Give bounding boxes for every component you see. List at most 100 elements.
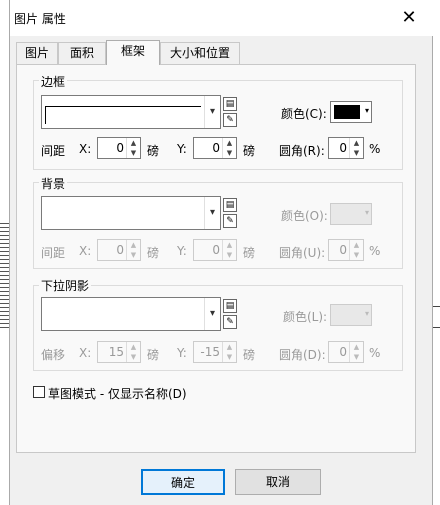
background-y-stepper[interactable]: 0 ▲ ▼	[193, 239, 237, 261]
chevron-down-icon[interactable]: ▾	[204, 298, 220, 330]
spin-down-icon[interactable]: ▼	[349, 352, 363, 362]
border-color-picker[interactable]: ▾	[330, 101, 372, 123]
edit-icon[interactable]: ✎	[223, 315, 237, 329]
draft-mode-checkbox[interactable]	[33, 386, 45, 398]
shadow-y-value: -15	[200, 345, 220, 359]
spin-up-icon[interactable]: ▲	[126, 342, 140, 352]
border-line-preview	[45, 106, 201, 124]
border-spacing-label: 间距	[41, 144, 66, 158]
background-radius-value: 0	[339, 243, 347, 257]
shadow-color-picker[interactable]: ▾	[330, 304, 372, 326]
title-bar: 图片 属性 ✕	[10, 0, 434, 36]
shadow-y-label: Y:	[177, 346, 187, 360]
border-y-unit: 磅	[243, 144, 256, 158]
tab-area[interactable]: 面积	[58, 42, 106, 64]
border-style-select[interactable]: ▾	[41, 95, 221, 129]
border-y-value: 0	[212, 141, 220, 155]
color-swatch	[334, 105, 360, 119]
background-radius-label: 圆角(U):	[279, 246, 326, 260]
spin-down-icon[interactable]: ▼	[222, 352, 236, 362]
background-group-title: 背景	[39, 175, 68, 192]
border-radius-stepper[interactable]: 0 ▲ ▼	[328, 137, 364, 159]
tab-label: 框架	[120, 44, 145, 58]
border-x-value: 0	[116, 141, 124, 155]
background-spacing-label: 间距	[41, 246, 66, 260]
border-radius-label: 圆角(R):	[279, 144, 325, 158]
shadow-x-stepper[interactable]: 15 ▲ ▼	[97, 341, 141, 363]
shadow-radius-unit: %	[369, 346, 381, 360]
spin-down-icon[interactable]: ▼	[349, 148, 363, 158]
background-y-label: Y:	[177, 244, 187, 258]
shadow-y-unit: 磅	[243, 348, 256, 362]
close-button[interactable]: ✕	[396, 6, 422, 30]
tab-label: 大小和位置	[169, 46, 230, 60]
shadow-radius-value: 0	[339, 345, 347, 359]
chevron-down-icon: ▾	[364, 106, 369, 115]
chevron-down-icon: ▾	[364, 309, 369, 318]
chevron-down-icon[interactable]: ▾	[204, 96, 220, 128]
list-icon[interactable]: ▤	[223, 198, 237, 212]
border-x-label: X:	[79, 142, 92, 156]
shadow-x-unit: 磅	[147, 348, 160, 362]
background-ruler	[0, 220, 9, 330]
background-y-unit: 磅	[243, 246, 256, 260]
spin-up-icon[interactable]: ▲	[349, 240, 363, 250]
shadow-x-value: 15	[108, 345, 124, 359]
ok-button[interactable]: 确定	[141, 469, 225, 495]
tab-size-position[interactable]: 大小和位置	[160, 42, 240, 64]
shadow-y-stepper[interactable]: -15 ▲ ▼	[193, 341, 237, 363]
shadow-x-label: X:	[79, 346, 92, 360]
spin-down-icon[interactable]: ▼	[222, 148, 236, 158]
shadow-offset-label: 偏移	[41, 348, 66, 362]
border-group-title: 边框	[39, 73, 68, 90]
properties-dialog: 图片 属性 ✕ 图片 面积 框架 大小和位置 边框 ▾ ▤ ✎ 颜色(C): ▾…	[9, 0, 434, 505]
edit-icon[interactable]: ✎	[223, 113, 237, 127]
tab-page-frame: 边框 ▾ ▤ ✎ 颜色(C): ▾ 间距 X: 0 ▲ ▼ 磅 Y: 0 ▲ ▼…	[16, 64, 416, 453]
background-x-value: 0	[116, 243, 124, 257]
spin-down-icon[interactable]: ▼	[222, 250, 236, 260]
spin-up-icon[interactable]: ▲	[126, 138, 140, 148]
spin-down-icon[interactable]: ▼	[126, 352, 140, 362]
border-y-stepper[interactable]: 0 ▲ ▼	[193, 137, 237, 159]
chevron-down-icon[interactable]: ▾	[204, 197, 220, 229]
draft-mode-label[interactable]: 草图模式 - 仅显示名称(D)	[48, 385, 187, 402]
cancel-button[interactable]: 取消	[235, 469, 321, 495]
shadow-style-select[interactable]: ▾	[41, 297, 221, 331]
spin-up-icon[interactable]: ▲	[222, 240, 236, 250]
tab-frame[interactable]: 框架	[106, 40, 160, 65]
shadow-group-title: 下拉阴影	[39, 277, 92, 294]
shadow-radius-label: 圆角(D):	[279, 348, 326, 362]
spin-up-icon[interactable]: ▲	[222, 138, 236, 148]
border-radius-unit: %	[369, 142, 381, 156]
background-x-stepper[interactable]: 0 ▲ ▼	[97, 239, 141, 261]
background-x-label: X:	[79, 244, 92, 258]
shadow-color-label: 颜色(L):	[283, 310, 328, 324]
border-color-label: 颜色(C):	[281, 107, 327, 121]
spin-up-icon[interactable]: ▲	[222, 342, 236, 352]
spin-up-icon[interactable]: ▲	[349, 138, 363, 148]
spin-up-icon[interactable]: ▲	[126, 240, 140, 250]
background-style-select[interactable]: ▾	[41, 196, 221, 230]
spin-up-icon[interactable]: ▲	[349, 342, 363, 352]
edit-icon[interactable]: ✎	[223, 214, 237, 228]
border-x-unit: 磅	[147, 144, 160, 158]
dialog-title: 图片 属性	[14, 12, 66, 26]
list-icon[interactable]: ▤	[223, 97, 237, 111]
spin-down-icon[interactable]: ▼	[126, 250, 140, 260]
shadow-radius-stepper[interactable]: 0 ▲ ▼	[328, 341, 364, 363]
list-icon[interactable]: ▤	[223, 299, 237, 313]
tab-label: 图片	[24, 46, 49, 60]
background-color-label: 颜色(O):	[281, 209, 328, 223]
border-x-stepper[interactable]: 0 ▲ ▼	[97, 137, 141, 159]
background-x-unit: 磅	[147, 246, 160, 260]
tab-picture[interactable]: 图片	[16, 42, 58, 64]
spin-down-icon[interactable]: ▼	[349, 250, 363, 260]
background-y-value: 0	[212, 243, 220, 257]
spin-down-icon[interactable]: ▼	[126, 148, 140, 158]
background-radius-unit: %	[369, 244, 381, 258]
background-radius-stepper[interactable]: 0 ▲ ▼	[328, 239, 364, 261]
tab-label: 面积	[69, 46, 94, 60]
chevron-down-icon: ▾	[364, 208, 369, 217]
background-color-picker[interactable]: ▾	[330, 203, 372, 225]
close-icon: ✕	[401, 7, 417, 28]
